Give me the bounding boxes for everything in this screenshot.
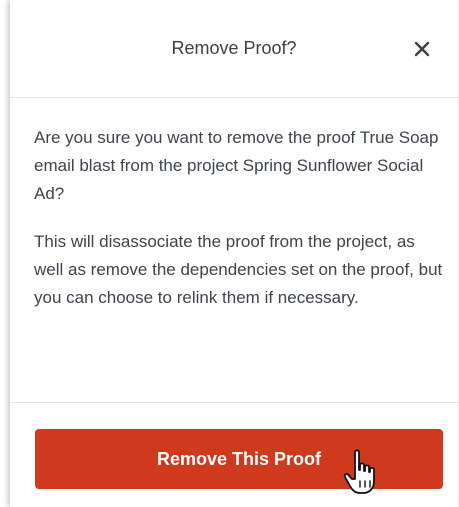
close-button[interactable]: [413, 40, 431, 58]
dialog-title: Remove Proof?: [171, 38, 297, 58]
dialog-header: Remove Proof?: [10, 0, 458, 98]
remove-button-label: Remove This Proof: [156, 448, 322, 469]
dialog-body: Are you sure you want to remove the proo…: [34, 124, 444, 312]
confirmation-message: Are you sure you want to remove the proo…: [34, 128, 439, 203]
remove-proof-dialog: Remove Proof? Are you sure you want to r…: [10, 0, 458, 507]
close-icon: [414, 41, 430, 57]
remove-this-proof-button[interactable]: Remove This Proof: [35, 429, 443, 489]
consequence-message: This will disassociate the proof from th…: [34, 232, 443, 307]
dialog-footer: Remove This Proof: [10, 402, 458, 507]
